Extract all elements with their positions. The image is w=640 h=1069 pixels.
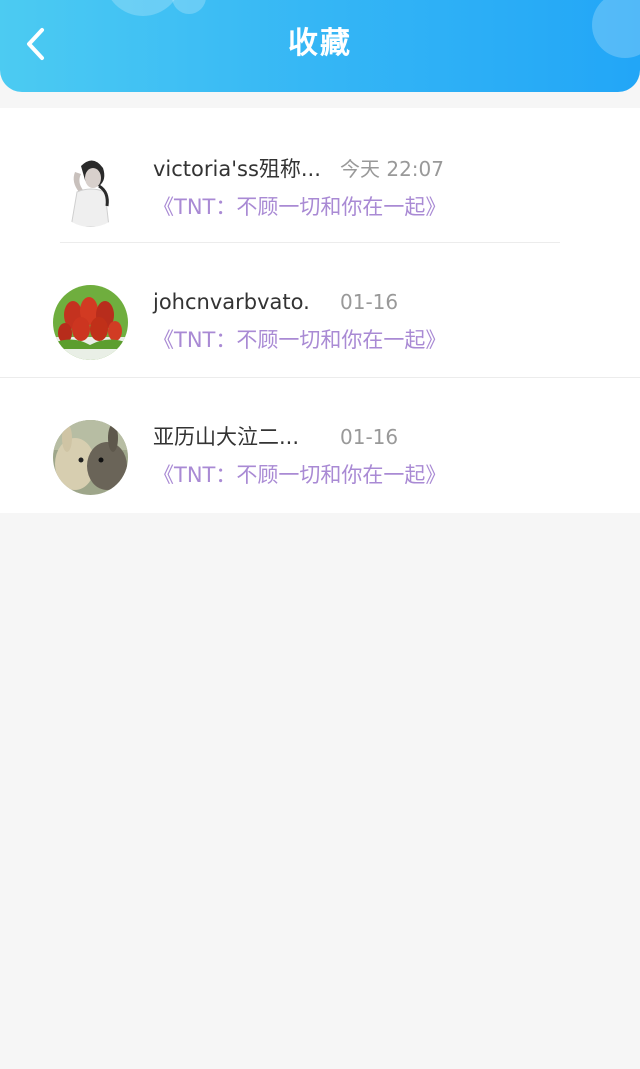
decorative-bubble xyxy=(172,0,206,14)
decorative-bubble xyxy=(104,0,182,16)
timestamp: 今天 22:07 xyxy=(340,157,444,181)
post-link[interactable]: 《TNT：不顾一切和你在一起》 xyxy=(153,325,446,355)
user-name: 亚历山大泣二... xyxy=(153,425,300,449)
favorites-list: victoria'ss殂称... 今天 22:07 《TNT：不顾一切和你在一起… xyxy=(0,108,640,513)
avatar xyxy=(53,420,128,495)
avatar xyxy=(53,285,128,360)
user-name: victoria'ss殂称... xyxy=(153,157,321,181)
list-item[interactable]: victoria'ss殂称... 今天 22:07 《TNT：不顾一切和你在一起… xyxy=(0,108,640,243)
timestamp: 01-16 xyxy=(340,425,399,449)
user-name: johcnvarbvato. xyxy=(153,290,310,314)
page-title: 收藏 xyxy=(288,26,352,61)
post-link[interactable]: 《TNT：不顾一切和你在一起》 xyxy=(153,460,446,490)
post-link[interactable]: 《TNT：不顾一切和你在一起》 xyxy=(153,192,446,222)
header-bar: 收藏 xyxy=(0,0,640,92)
list-item[interactable]: johcnvarbvato. 01-16 《TNT：不顾一切和你在一起》 xyxy=(0,243,640,378)
timestamp: 01-16 xyxy=(340,290,399,314)
list-item[interactable]: 亚历山大泣二... 01-16 《TNT：不顾一切和你在一起》 xyxy=(0,378,640,513)
avatar xyxy=(53,152,128,227)
